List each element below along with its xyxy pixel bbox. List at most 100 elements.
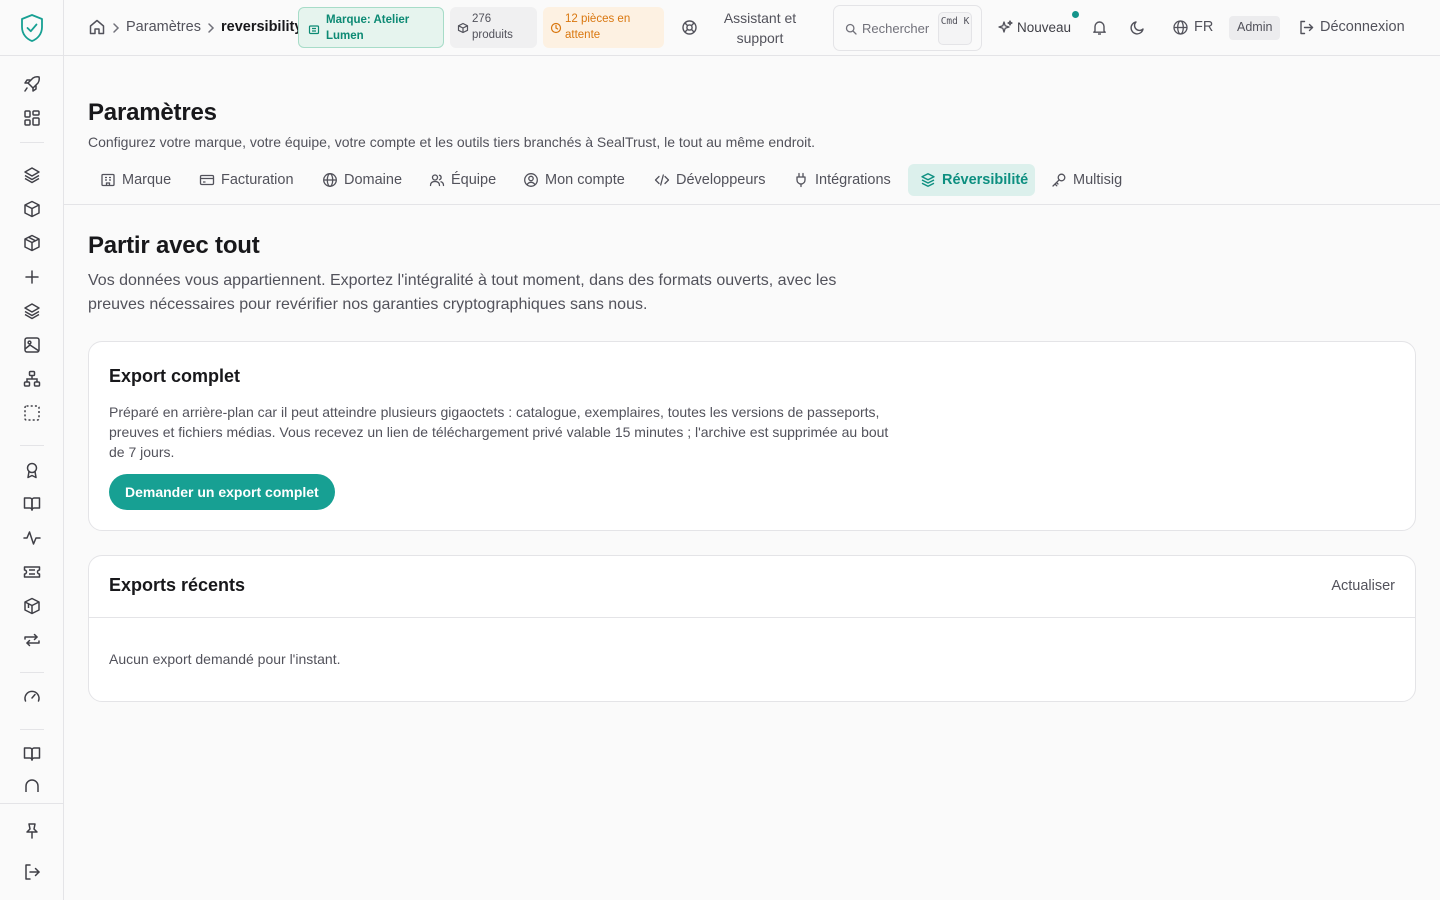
search-shortcut: Cmd K [938,12,972,45]
layers-icon[interactable] [22,165,42,185]
moon-icon[interactable] [1129,19,1146,36]
globe-icon [1173,20,1188,35]
gauge-icon[interactable] [22,687,42,707]
pending-badge-label: 12 pièces en attente [565,13,631,41]
tab-my-account[interactable]: Mon compte [511,164,639,196]
refresh-button[interactable]: Actualiser [1331,578,1395,594]
card-divider [89,617,1415,618]
image-icon[interactable] [22,335,42,355]
user-circle-icon [524,173,538,187]
clock-icon [550,22,562,34]
page-title: Paramètres [88,99,217,126]
ticket-icon[interactable] [22,562,42,582]
empty-state-text: Aucun export demandé pour l'instant. [109,651,341,667]
plug-icon [796,172,806,188]
sidebar-divider [20,672,44,673]
box-icon[interactable] [22,199,42,219]
award-icon[interactable] [22,460,42,480]
logout-icon[interactable] [22,862,42,882]
tab-label: Facturation [221,172,294,188]
credit-card-icon [199,174,215,186]
full-export-title: Export complet [109,366,241,386]
products-badge-label: 276 produits [472,13,513,41]
brand-badge-label: Marque: Atelier Lumen [326,14,410,42]
whats-new-link[interactable]: Nouveau [1017,20,1071,35]
support-link[interactable]: Assistant et support [712,8,808,48]
request-full-export-button[interactable]: Demander un export complet [109,474,335,510]
sidebar-divider [20,445,44,446]
logout-button[interactable]: Déconnexion [1320,19,1405,35]
repeat-icon[interactable] [22,630,42,650]
plus-icon[interactable] [22,267,42,287]
tab-reversibility[interactable]: Réversibilité [908,164,1035,196]
building-icon [308,25,320,35]
users-icon [429,174,445,187]
sidebar-divider [0,55,63,56]
sidebar-divider [20,142,44,143]
arch-icon[interactable] [22,778,42,792]
tab-domain[interactable]: Domaine [310,164,410,196]
tab-label: Réversibilité [942,172,1029,188]
key-icon [1052,173,1066,187]
hierarchy-icon[interactable] [22,369,42,389]
role-badge: Admin [1229,16,1281,40]
tab-multisig[interactable]: Multisig [1039,164,1135,196]
tab-team[interactable]: Équipe [417,164,507,196]
sparkles-icon [998,20,1013,33]
section-title: Partir avec tout [88,232,260,259]
book-open-icon[interactable] [22,494,42,514]
globe-icon [323,173,337,187]
stack-icon[interactable] [22,301,42,321]
tab-label: Intégrations [815,172,891,188]
sidebar-divider [0,803,63,804]
rocket-icon[interactable] [22,74,42,94]
brand-badge[interactable]: Marque: Atelier Lumen [298,7,444,48]
chevron-right-icon [113,23,120,33]
activity-icon[interactable] [22,528,42,548]
tab-label: Marque [122,172,172,188]
pending-badge[interactable]: 12 pièces en attente [543,7,664,48]
full-export-description: Préparé en arrière-plan car il peut atte… [109,404,889,460]
bell-icon[interactable] [1091,19,1108,36]
tab-label: Domaine [344,172,403,188]
recent-exports-title: Exports récents [109,575,246,595]
building-icon [101,173,115,187]
tab-label: Mon compte [545,172,625,188]
tab-brand[interactable]: Marque [88,164,184,196]
tab-label: Développeurs [676,172,766,188]
book-icon[interactable] [22,744,42,764]
breadcrumb-current: reversibility [221,19,303,35]
sidebar-divider [20,729,44,730]
code-icon [654,174,670,186]
package-icon[interactable] [22,233,42,253]
home-icon[interactable] [88,18,106,36]
package-export-icon [921,173,935,187]
search-icon [845,23,857,35]
sidebar [0,0,64,900]
pin-icon[interactable] [22,821,42,841]
box-icon [457,22,469,34]
page-description: Configurez votre marque, votre équipe, v… [88,134,816,150]
search-box[interactable]: Rechercher Cmd K [833,5,982,51]
products-badge[interactable]: 276 produits [450,7,537,48]
tabs-divider [64,204,1440,205]
cube-icon[interactable] [22,596,42,616]
selection-icon[interactable] [22,403,42,423]
tab-integrations[interactable]: Intégrations [781,164,901,196]
language-switcher[interactable]: FR [1194,19,1213,35]
breadcrumb-settings[interactable]: Paramètres [126,19,201,35]
chevron-right-icon [208,23,215,33]
shield-check-logo-icon[interactable] [19,13,45,43]
top-bar: Paramètres reversibility Marque: Atelier… [64,0,1440,56]
tab-developers[interactable]: Développeurs [642,164,776,196]
section-description: Vos données vous appartiennent. Exportez… [88,272,837,313]
dashboard-icon[interactable] [22,108,42,128]
logout-icon [1300,20,1314,35]
tab-label: Multisig [1073,172,1123,188]
tab-billing[interactable]: Facturation [187,164,307,196]
lifebuoy-icon[interactable] [681,19,698,36]
full-export-card: Export complet Préparé en arrière-plan c… [88,341,1416,531]
tab-label: Équipe [451,172,497,188]
recent-exports-card: Exports récents Actualiser Aucun export … [88,555,1416,702]
new-indicator-dot [1072,11,1079,18]
